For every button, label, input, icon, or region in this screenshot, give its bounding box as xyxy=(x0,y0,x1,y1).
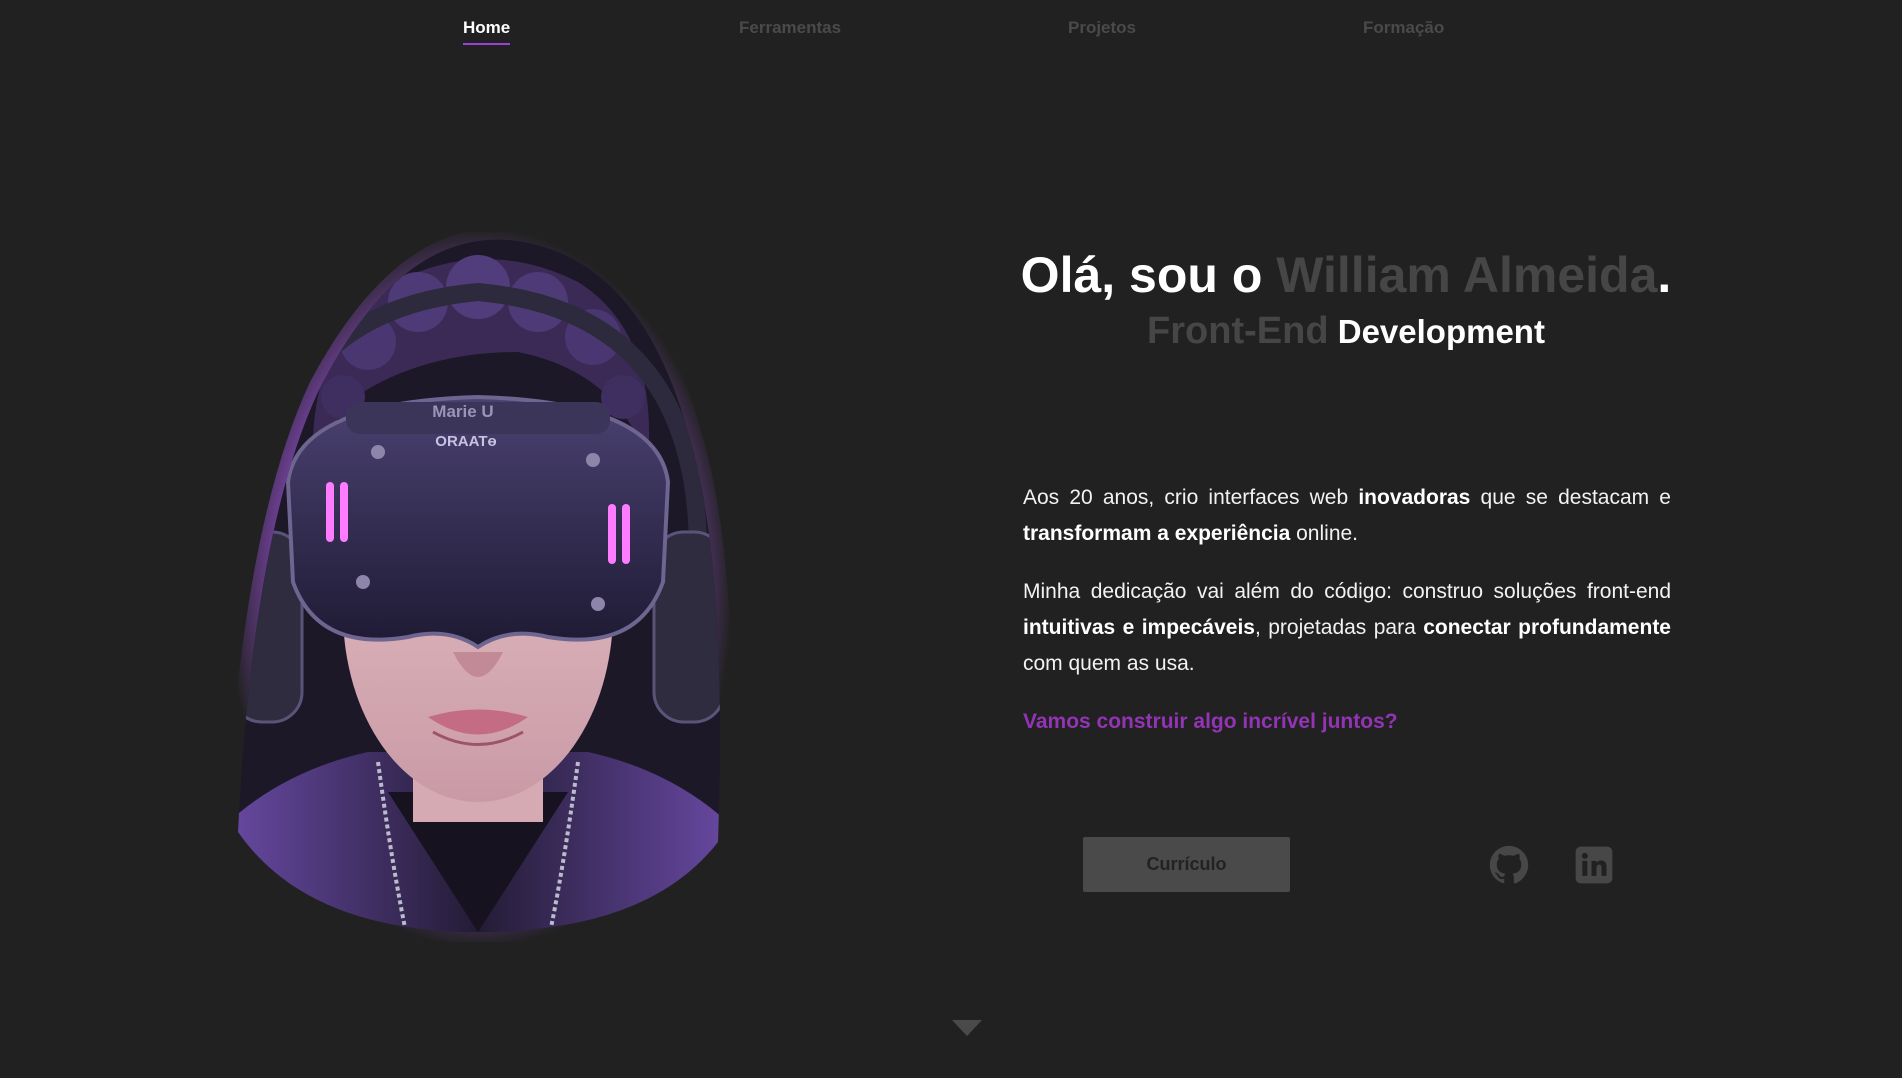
curriculo-button[interactable]: Currículo xyxy=(1083,837,1290,892)
role-muted: Front-End xyxy=(1147,310,1329,352)
about-text: com quem as usa. xyxy=(1023,652,1195,675)
hero-period: . xyxy=(1657,247,1672,303)
nav-formacao[interactable]: Formação xyxy=(1363,18,1444,38)
about-text: , projetadas para xyxy=(1254,616,1424,639)
about-paragraph-2: Minha dedicação vai além do código: cons… xyxy=(1023,574,1671,682)
hero-heading: Olá, sou o William Almeida. Front-End De… xyxy=(1000,245,1692,356)
about-section: Aos 20 anos, crio interfaces web inovado… xyxy=(1023,480,1671,762)
avatar: Marie U ORAATɵ xyxy=(218,232,738,942)
chevron-down-icon xyxy=(952,1020,982,1036)
about-text: Aos 20 anos, crio interfaces web xyxy=(1023,486,1359,509)
nav-home[interactable]: Home xyxy=(463,18,511,45)
headset-brand: Marie U xyxy=(432,402,493,421)
about-highlight: inovadoras xyxy=(1358,486,1471,509)
headset-model: ORAATɵ xyxy=(435,433,496,450)
about-highlight: intuitivas e impecáveis xyxy=(1023,616,1255,639)
top-nav: Home Ferramentas Projetos Formação xyxy=(0,18,1902,50)
about-text: online. xyxy=(1290,522,1359,545)
hero-subtitle: Front-End Development xyxy=(1000,307,1692,356)
about-text: que se destacam e xyxy=(1470,486,1671,509)
github-link[interactable] xyxy=(1489,845,1529,885)
linkedin-icon xyxy=(1575,846,1613,884)
about-highlight: transformam a experiência xyxy=(1023,522,1291,545)
scroll-down-button[interactable] xyxy=(951,1018,983,1038)
avatar-illustration: Marie U ORAATɵ xyxy=(226,232,733,942)
hero-title: Olá, sou o William Almeida. xyxy=(1000,245,1692,305)
about-text: Minha dedicação vai além do código: cons… xyxy=(1023,580,1671,603)
greeting: Olá, sou o xyxy=(1020,247,1277,303)
about-paragraph-1: Aos 20 anos, crio interfaces web inovado… xyxy=(1023,480,1671,552)
role: Development xyxy=(1337,313,1545,350)
nav-ferramentas[interactable]: Ferramentas xyxy=(739,18,841,38)
nav-projetos[interactable]: Projetos xyxy=(1068,18,1136,38)
linkedin-link[interactable] xyxy=(1574,845,1614,885)
call-to-action: Vamos construir algo incrível juntos? xyxy=(1023,710,1398,733)
about-highlight: conectar profundamente xyxy=(1423,616,1671,639)
hero-name: William Almeida xyxy=(1276,247,1658,303)
github-icon xyxy=(1489,845,1529,884)
